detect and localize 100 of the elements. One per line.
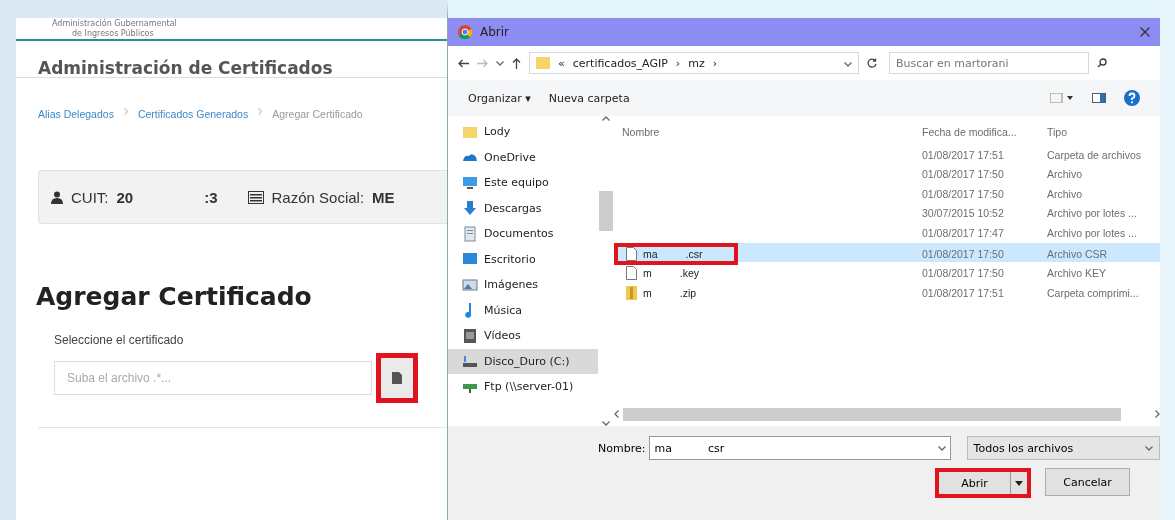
scrollbar-thumb[interactable] (599, 191, 613, 231)
browser-logo-icon (458, 25, 472, 39)
nav-item[interactable]: Vídeos (448, 323, 598, 349)
column-header[interactable]: Tipo (1039, 126, 1160, 138)
file-extension: .key (679, 267, 699, 279)
file-date: 30/07/2015 10:52 (921, 207, 1005, 220)
help-icon[interactable] (1124, 90, 1140, 106)
file-name-field[interactable]: ma csr (649, 436, 951, 460)
razon-social-value: ME (372, 188, 395, 206)
dropdown-caret-icon[interactable] (1145, 445, 1153, 451)
file-type: Archivo CSR (1046, 247, 1109, 260)
nav-item[interactable]: Disco_Duro (C:) (448, 348, 598, 374)
search-icon[interactable] (1097, 58, 1107, 68)
file-date: 01/08/2017 17:50 (921, 187, 1005, 200)
column-header[interactable]: Fecha de modifica... (914, 126, 1039, 138)
file-row[interactable]: 30/07/2015 10:52 Archivo por lotes ... (614, 203, 1160, 223)
nav-item[interactable]: Escritorio (448, 246, 598, 272)
scrollbar-thumb[interactable] (623, 407, 1121, 421)
breadcrumb-separator-icon (123, 108, 128, 115)
cuit-value: 20 (116, 188, 134, 206)
breadcrumb-link[interactable]: Alias Delegados (38, 108, 114, 120)
folder-icon (536, 56, 550, 70)
file-extension: .csr (685, 247, 703, 260)
agency-name: Administración Gubernamental (52, 19, 177, 29)
file-date: 01/08/2017 17:50 (921, 168, 1005, 181)
dialog-title: Abrir (480, 25, 511, 39)
search-field[interactable]: Buscar en martorani (889, 52, 1089, 74)
nav-item[interactable]: Documentos (448, 221, 598, 247)
toolbar-button[interactable]: Organizar ▾ (468, 91, 531, 105)
file-name: m (643, 286, 652, 299)
file-type: Carpeta comprimi... (1046, 286, 1140, 299)
scroll-down-icon[interactable] (602, 421, 610, 426)
caret-icon[interactable] (1015, 480, 1023, 486)
file-row[interactable]: 01/08/2017 17:47 Archivo por lotes ... (614, 223, 1160, 243)
file-type-dropdown[interactable]: Todos los archivos (966, 436, 1160, 460)
file-icon (626, 266, 637, 280)
cancel-button[interactable]: Cancelar (1045, 468, 1130, 496)
dropdown-caret-icon[interactable] (937, 445, 946, 451)
nav-item[interactable]: Lody (448, 119, 598, 145)
up-arrow-icon[interactable] (512, 57, 521, 69)
breadcrumb-current: Agregar Certificado (272, 108, 363, 120)
list-icon (247, 190, 264, 204)
cuit-value: :3 (204, 188, 218, 206)
column-header[interactable]: Nombre (614, 126, 914, 138)
caret-icon[interactable] (496, 60, 504, 66)
download-arrow-icon (462, 200, 478, 217)
agency-name: de Ingresos Públicos (71, 28, 154, 38)
nav-item[interactable]: Ftp (\\server-01) (448, 374, 598, 400)
file-type: Archivo KEY (1046, 267, 1107, 279)
file-type: Archivo (1046, 168, 1083, 181)
browse-button[interactable] (376, 353, 418, 403)
file-row[interactable]: ma .csr 01/08/2017 17:50 Archivo CSR (614, 242, 1160, 262)
view-options-icon[interactable] (1050, 93, 1074, 103)
nav-item[interactable]: Música (448, 297, 598, 323)
preview-pane-icon[interactable] (1092, 93, 1106, 103)
file-date: 01/08/2017 17:51 (921, 148, 1005, 161)
toolbar-button[interactable]: Nueva carpeta (548, 91, 630, 105)
user-icon (51, 190, 63, 204)
document-icon (462, 225, 478, 242)
file-row[interactable]: m .key 01/08/2017 17:50 Archivo KEY (614, 262, 1160, 282)
scroll-up-icon[interactable] (602, 116, 610, 121)
close-icon[interactable] (1140, 27, 1150, 37)
breadcrumb-link[interactable]: Certificados Generados (137, 108, 249, 120)
file-extension: .zip (679, 286, 697, 299)
nav-item[interactable]: Imágenes (448, 272, 598, 298)
cuit-label: CUIT: (71, 188, 109, 206)
file-icon (392, 372, 402, 384)
scroll-right-icon[interactable] (1155, 410, 1160, 418)
breadcrumb-separator-icon (258, 108, 263, 115)
field-label: Seleccione el certificado (54, 333, 185, 347)
computer-icon (462, 174, 478, 191)
section-heading: Agregar Certificado (36, 282, 313, 311)
refresh-icon[interactable] (867, 58, 877, 68)
nav-item[interactable]: OneDrive (448, 144, 598, 170)
film-icon (462, 327, 478, 344)
file-field[interactable]: Suba el archivo .*... (54, 361, 372, 395)
file-name: m (643, 267, 652, 279)
drive-icon (462, 353, 478, 370)
file-type: Archivo (1046, 187, 1083, 200)
page-title: Administración de Certificados (16, 41, 447, 78)
nav-item[interactable]: Descargas (448, 195, 598, 221)
file-name: ma (643, 247, 658, 260)
file-icon (626, 246, 637, 261)
file-row[interactable]: 01/08/2017 17:51 Carpeta de archivos (614, 145, 1160, 165)
nav-item[interactable]: Este equipo (448, 170, 598, 196)
file-type: Carpeta de archivos (1046, 148, 1142, 161)
file-date: 01/08/2017 17:50 (921, 247, 1005, 260)
scroll-left-icon[interactable] (614, 410, 619, 418)
razon-social-label: Razón Social: (271, 188, 365, 206)
dropdown-caret-icon[interactable] (844, 61, 852, 67)
open-button[interactable]: Abrir (935, 468, 1031, 498)
file-row[interactable]: 01/08/2017 17:50 Archivo (614, 164, 1160, 184)
file-type: Archivo por lotes ... (1046, 226, 1138, 239)
file-row[interactable]: m .zip 01/08/2017 17:51 Carpeta comprimi... (614, 281, 1160, 301)
name-label: Nombre: (598, 441, 646, 455)
back-arrow-icon[interactable] (458, 58, 469, 68)
file-row[interactable]: 01/08/2017 17:50 Archivo (614, 184, 1160, 204)
file-date: 01/08/2017 17:50 (921, 267, 1005, 279)
file-date: 01/08/2017 17:47 (921, 226, 1005, 239)
address-bar[interactable]: « certificados_AGIP › mz › (529, 52, 859, 74)
